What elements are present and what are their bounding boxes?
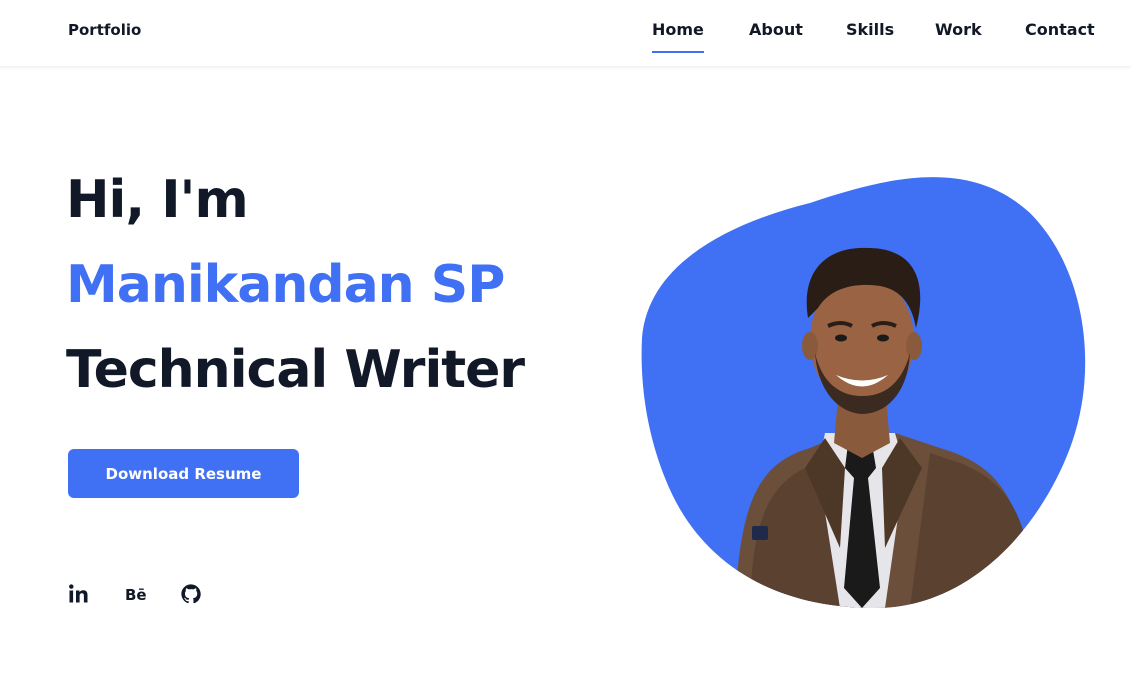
linkedin-icon[interactable] xyxy=(68,581,90,607)
github-glyph xyxy=(181,584,201,604)
hero-greeting: Hi, I'm xyxy=(66,170,249,230)
hero-name: Manikandan SP xyxy=(66,255,505,315)
svg-text:Bē: Bē xyxy=(125,586,147,604)
download-resume-button[interactable]: Download Resume xyxy=(68,449,299,498)
site-header: Portfolio Home About Skills Work Contact xyxy=(0,0,1131,67)
linkedin-glyph xyxy=(69,584,88,603)
nav-contact[interactable]: Contact xyxy=(1025,20,1095,53)
profile-blob xyxy=(640,168,1095,610)
behance-icon[interactable]: Bē xyxy=(124,581,148,607)
nav-home[interactable]: Home xyxy=(652,20,704,53)
nav-about[interactable]: About xyxy=(749,20,803,53)
profile-illustration xyxy=(641,177,1086,608)
behance-glyph: Bē xyxy=(125,586,147,604)
main-nav: Home About Skills Work Contact xyxy=(0,20,1131,60)
hero-text: Hi, I'm Manikandan SP Technical Writer xyxy=(66,158,525,413)
nav-skills[interactable]: Skills xyxy=(846,20,894,53)
github-icon[interactable] xyxy=(180,581,202,607)
hero-role: Technical Writer xyxy=(66,340,525,400)
nav-work[interactable]: Work xyxy=(935,20,982,53)
